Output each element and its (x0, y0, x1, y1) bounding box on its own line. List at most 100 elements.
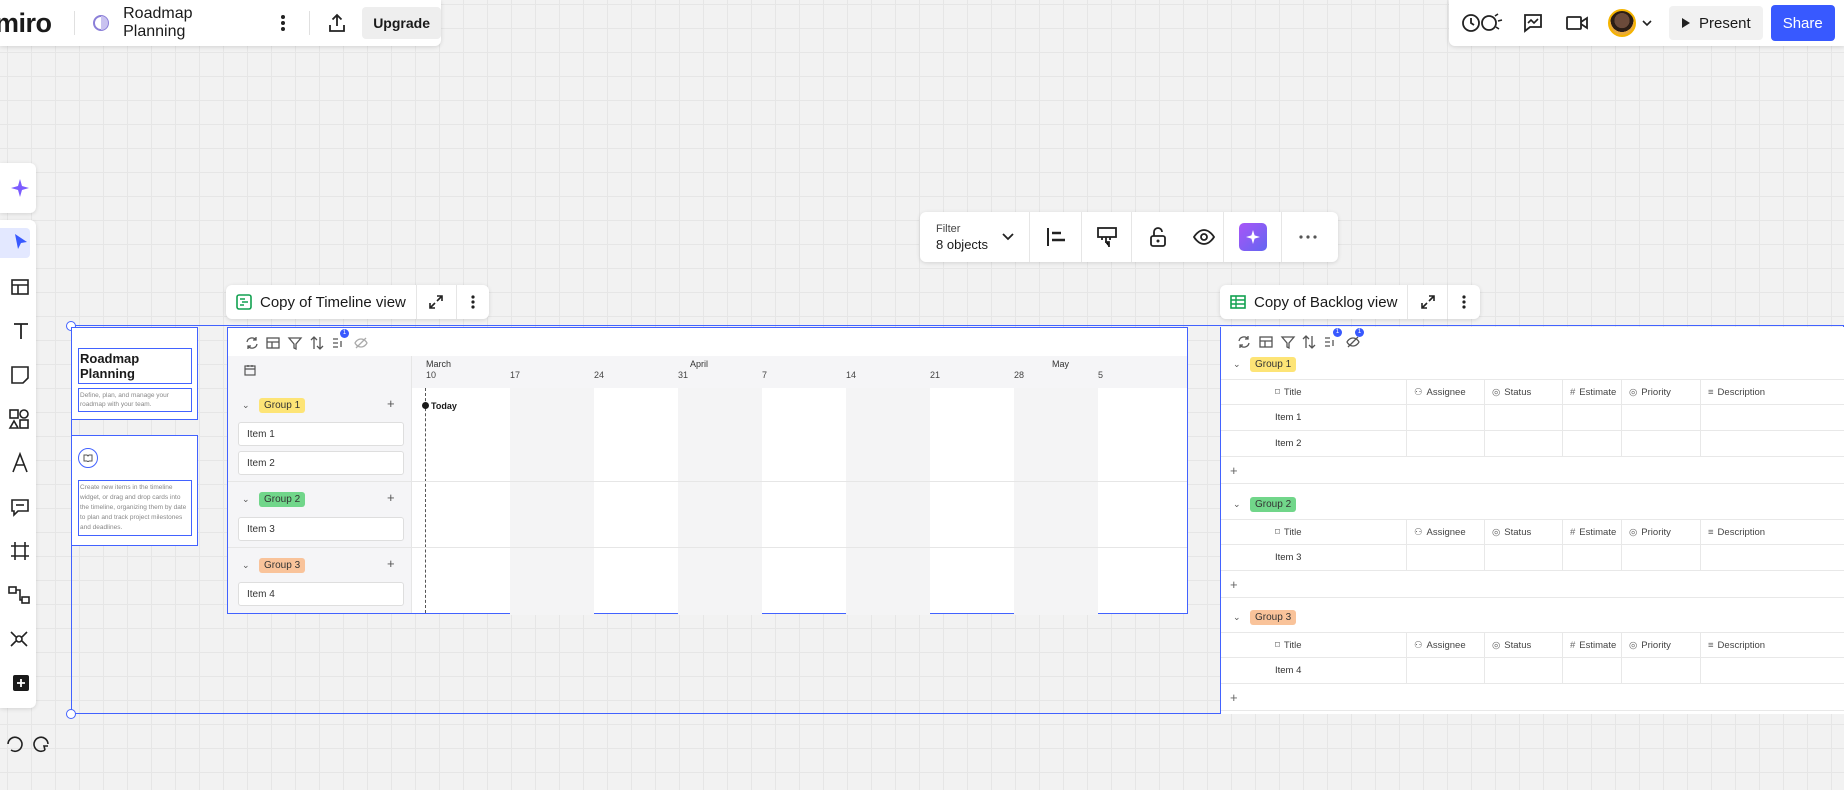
column-header[interactable]: ≡ Description (1700, 380, 1844, 404)
diagram-icon[interactable] (0, 580, 30, 610)
timeline-item[interactable]: Item 4 (238, 582, 404, 606)
column-header[interactable]: ⚇ Assignee (1406, 633, 1484, 657)
ai-sparkle-icon[interactable] (0, 173, 30, 203)
table-cell[interactable] (1621, 431, 1700, 456)
layout-icon[interactable] (1258, 334, 1274, 350)
column-header[interactable]: # Estimate (1562, 633, 1621, 657)
collapse-chevron-icon[interactable]: ⌄ (242, 494, 250, 505)
table-cell[interactable] (1700, 545, 1844, 570)
timeline-item[interactable]: Item 2 (238, 451, 404, 475)
reactions-icon[interactable] (1459, 5, 1507, 41)
add-row-icon[interactable]: + (1230, 463, 1238, 478)
add-item-icon[interactable]: + (387, 490, 395, 505)
more-apps-icon[interactable] (0, 668, 30, 698)
table-cell[interactable] (1406, 545, 1484, 570)
group-badge[interactable]: Group 3 (1250, 610, 1297, 625)
layout-icon[interactable] (265, 335, 281, 351)
sticky-note-icon[interactable] (0, 360, 30, 390)
board-title[interactable]: Roadmap Planning (123, 5, 251, 41)
miro-logo[interactable]: miro (0, 0, 66, 46)
timeline-item[interactable]: Item 3 (238, 517, 404, 541)
table-cell[interactable] (1562, 545, 1621, 570)
group-badge[interactable]: Group 3 (259, 558, 306, 573)
table-row[interactable]: Item 2 (1221, 431, 1844, 457)
comments-icon[interactable] (1513, 5, 1553, 41)
collapse-chevron-icon[interactable]: ⌄ (1233, 499, 1241, 510)
backlog-widget[interactable]: 1 1 ⌄ Group 1 ⌑ Title ⚇ Assignee ◎ Status # Estim… (1220, 327, 1844, 714)
mind-map-icon[interactable] (0, 624, 30, 654)
group-badge[interactable]: Group 1 (1250, 357, 1297, 372)
timeline-item[interactable]: Item 1 (238, 422, 404, 446)
more-options-icon[interactable] (457, 285, 489, 319)
add-row-icon[interactable]: + (1230, 690, 1238, 705)
backlog-title-tab[interactable]: Copy of Backlog view (1220, 285, 1409, 319)
more-options-icon[interactable] (269, 8, 297, 38)
table-cell[interactable] (1700, 658, 1844, 683)
table-cell[interactable] (1700, 431, 1844, 456)
table-cell[interactable]: Item 3 (1259, 545, 1406, 570)
board-icon[interactable] (89, 10, 113, 36)
collapse-chevron-icon[interactable]: ⌄ (242, 560, 250, 571)
group-badge[interactable]: Group 2 (259, 492, 306, 507)
column-header[interactable]: ⚇ Assignee (1406, 520, 1484, 544)
sort-icon[interactable] (309, 335, 325, 351)
timeline-widget[interactable]: 1 March April May 10 17 24 31 7 14 21 28… (227, 327, 1188, 615)
undo-icon[interactable] (4, 734, 24, 754)
filter-icon[interactable] (1280, 334, 1296, 350)
refresh-icon[interactable] (244, 335, 260, 351)
table-cell[interactable] (1406, 658, 1484, 683)
format-painter-icon[interactable] (1082, 212, 1132, 262)
table-cell[interactable] (1406, 431, 1484, 456)
text-icon[interactable] (0, 316, 30, 346)
tip-card[interactable]: Create new items in the timeline widget,… (71, 435, 198, 546)
table-cell[interactable] (1621, 545, 1700, 570)
timeline-title-tab[interactable]: Copy of Timeline view (226, 285, 417, 319)
upgrade-button[interactable]: Upgrade (362, 7, 441, 39)
add-row-icon[interactable]: + (1230, 577, 1238, 592)
comment-icon[interactable] (0, 492, 30, 522)
column-header[interactable]: ◎ Status (1484, 633, 1562, 657)
table-cell[interactable] (1484, 545, 1562, 570)
column-header[interactable]: ≡ Description (1700, 633, 1844, 657)
shapes-icon[interactable] (0, 404, 30, 434)
add-item-icon[interactable]: + (387, 556, 395, 571)
column-header[interactable]: ⌑ Title (1259, 633, 1406, 657)
export-icon[interactable] (322, 7, 352, 39)
column-header[interactable]: ◎ Priority (1621, 520, 1700, 544)
table-cell[interactable]: Item 4 (1259, 658, 1406, 683)
filter-dropdown[interactable]: Filter 8 objects (920, 212, 1030, 262)
calendar-icon[interactable] (244, 364, 256, 376)
table-row[interactable]: Item 4 (1221, 658, 1844, 684)
pen-icon[interactable] (0, 448, 30, 478)
sort-icon[interactable] (1301, 334, 1317, 350)
column-header[interactable]: ◎ Status (1484, 380, 1562, 404)
collapse-chevron-icon[interactable]: ⌄ (1233, 612, 1241, 623)
templates-icon[interactable] (0, 272, 30, 302)
expand-icon[interactable] (1408, 285, 1449, 319)
column-header[interactable]: ◎ Priority (1621, 380, 1700, 404)
collapse-chevron-icon[interactable]: ⌄ (242, 400, 250, 411)
table-cell[interactable] (1700, 405, 1844, 430)
unlock-icon[interactable] (1132, 212, 1184, 262)
group-badge[interactable]: Group 2 (1250, 497, 1297, 512)
frame-icon[interactable] (0, 536, 30, 566)
table-cell[interactable] (1484, 658, 1562, 683)
collapse-chevron-icon[interactable]: ⌄ (1233, 359, 1241, 370)
table-cell[interactable] (1484, 431, 1562, 456)
resize-handle[interactable] (66, 709, 76, 719)
redo-icon[interactable] (32, 734, 52, 754)
more-options-icon[interactable] (1448, 285, 1480, 319)
group-badge[interactable]: Group 1 (259, 398, 306, 413)
avatar[interactable] (1603, 5, 1657, 41)
video-call-icon[interactable] (1557, 5, 1597, 41)
table-cell[interactable] (1621, 405, 1700, 430)
column-header[interactable]: # Estimate (1562, 520, 1621, 544)
column-header[interactable]: ⌑ Title (1259, 520, 1406, 544)
align-icon[interactable] (1030, 212, 1082, 262)
table-cell[interactable] (1621, 658, 1700, 683)
share-button[interactable]: Share (1770, 5, 1835, 41)
table-cell[interactable] (1562, 658, 1621, 683)
select-cursor-icon[interactable] (0, 228, 30, 258)
table-row[interactable]: Item 1 (1221, 405, 1844, 431)
column-header[interactable]: ≡ Description (1700, 520, 1844, 544)
